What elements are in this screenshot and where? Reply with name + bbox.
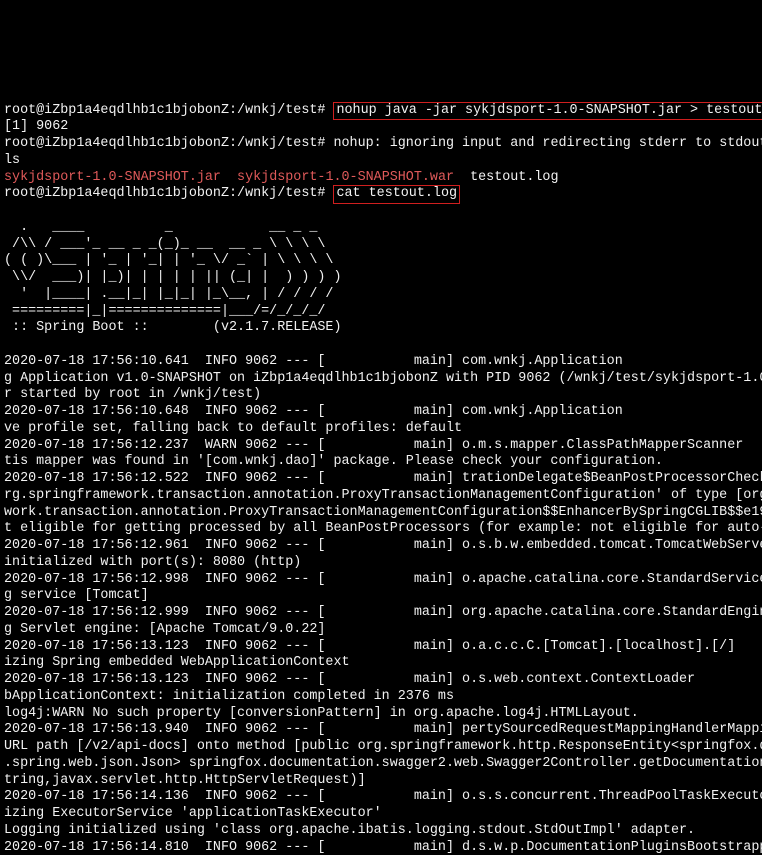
file-jar: sykjdsport-1.0-SNAPSHOT.jar bbox=[4, 170, 221, 185]
spring-banner-line: ' |____| .__|_| |_|_| |_\__, | / / / / bbox=[4, 287, 333, 302]
log-line: 2020-07-18 17:56:12.999 INFO 9062 --- [ … bbox=[4, 605, 762, 620]
ls-command: ls bbox=[4, 153, 20, 168]
file-war: sykjdsport-1.0-SNAPSHOT.war bbox=[237, 170, 454, 185]
log-line: 2020-07-18 17:56:12.998 INFO 9062 --- [ … bbox=[4, 572, 762, 587]
log-line: izing Spring embedded WebApplicationCont… bbox=[4, 655, 350, 670]
command-text: nohup java -jar sykjdsport-1.0-SNAPSHOT.… bbox=[336, 103, 762, 118]
log-line: g Servlet engine: [Apache Tomcat/9.0.22] bbox=[4, 622, 325, 637]
log-line: 2020-07-18 17:56:13.123 INFO 9062 --- [ … bbox=[4, 639, 762, 654]
log-line: .spring.web.json.Json> springfox.documen… bbox=[4, 756, 762, 771]
spring-banner-line: /\\ / ___'_ __ _ _(_)_ __ __ _ \ \ \ \ bbox=[4, 237, 325, 252]
file-log: testout.log bbox=[470, 170, 558, 185]
log-line: 2020-07-18 17:56:14.810 INFO 9062 --- [ … bbox=[4, 840, 762, 855]
highlighted-command-1: nohup java -jar sykjdsport-1.0-SNAPSHOT.… bbox=[333, 102, 762, 121]
job-id-line: [1] 9062 bbox=[4, 119, 68, 134]
log-line: izing ExecutorService 'applicationTaskEx… bbox=[4, 806, 382, 821]
log-line: URL path [/v2/api-docs] onto method [pub… bbox=[4, 739, 762, 754]
shell-prompt[interactable]: root@iZbp1a4eqdlhb1c1bjobonZ:/wnkj/test# bbox=[4, 103, 325, 118]
log-line: 2020-07-18 17:56:14.136 INFO 9062 --- [ … bbox=[4, 789, 762, 804]
log-line: 2020-07-18 17:56:12.522 INFO 9062 --- [ … bbox=[4, 471, 762, 486]
log-line: work.transaction.annotation.ProxyTransac… bbox=[4, 505, 762, 520]
spring-banner-line: \\/ ___)| |_)| | | | | || (_| | ) ) ) ) bbox=[4, 270, 342, 285]
log-line: r started by root in /wnkj/test) bbox=[4, 387, 261, 402]
log-line: 2020-07-18 17:56:10.648 INFO 9062 --- [ … bbox=[4, 404, 762, 419]
log-line: 2020-07-18 17:56:12.961 INFO 9062 --- [ … bbox=[4, 538, 762, 553]
spring-banner-line: =========|_|==============|___/=/_/_/_/ bbox=[4, 304, 325, 319]
highlighted-command-2: cat testout.log bbox=[333, 185, 460, 204]
log-line: g service [Tomcat] bbox=[4, 588, 149, 603]
log-line: tis mapper was found in '[com.wnkj.dao]'… bbox=[4, 454, 663, 469]
spring-banner-line: :: Spring Boot :: (v2.1.7.RELEASE) bbox=[4, 320, 342, 335]
log-line: 2020-07-18 17:56:13.940 INFO 9062 --- [ … bbox=[4, 722, 762, 737]
log-line: ve profile set, falling back to default … bbox=[4, 421, 462, 436]
log-line: rg.springframework.transaction.annotatio… bbox=[4, 488, 762, 503]
log-line: 2020-07-18 17:56:10.641 INFO 9062 --- [ … bbox=[4, 354, 762, 369]
command-text: cat testout.log bbox=[336, 186, 457, 201]
log-line: bApplicationContext: initialization comp… bbox=[4, 689, 454, 704]
log-line: log4j:WARN No such property [conversionP… bbox=[4, 706, 639, 721]
spring-banner-line: . ____ _ __ _ _ bbox=[4, 220, 317, 235]
shell-prompt[interactable]: root@iZbp1a4eqdlhb1c1bjobonZ:/wnkj/test# bbox=[4, 186, 325, 201]
log-line: t eligible for getting processed by all … bbox=[4, 521, 762, 536]
log-line: Logging initialized using 'class org.apa… bbox=[4, 823, 695, 838]
nohup-message: nohup: ignoring input and redirecting st… bbox=[333, 136, 762, 151]
terminal-output: root@iZbp1a4eqdlhb1c1bjobonZ:/wnkj/test#… bbox=[0, 84, 762, 855]
log-line: 2020-07-18 17:56:12.237 WARN 9062 --- [ … bbox=[4, 438, 762, 453]
log-line: initialized with port(s): 8080 (http) bbox=[4, 555, 301, 570]
log-line: tring,javax.servlet.http.HttpServletRequ… bbox=[4, 773, 366, 788]
spring-banner-line: ( ( )\___ | '_ | '_| | '_ \/ _` | \ \ \ … bbox=[4, 253, 333, 268]
shell-prompt[interactable]: root@iZbp1a4eqdlhb1c1bjobonZ:/wnkj/test# bbox=[4, 136, 325, 151]
log-line: g Application v1.0-SNAPSHOT on iZbp1a4eq… bbox=[4, 371, 762, 386]
log-line: 2020-07-18 17:56:13.123 INFO 9062 --- [ … bbox=[4, 672, 762, 687]
